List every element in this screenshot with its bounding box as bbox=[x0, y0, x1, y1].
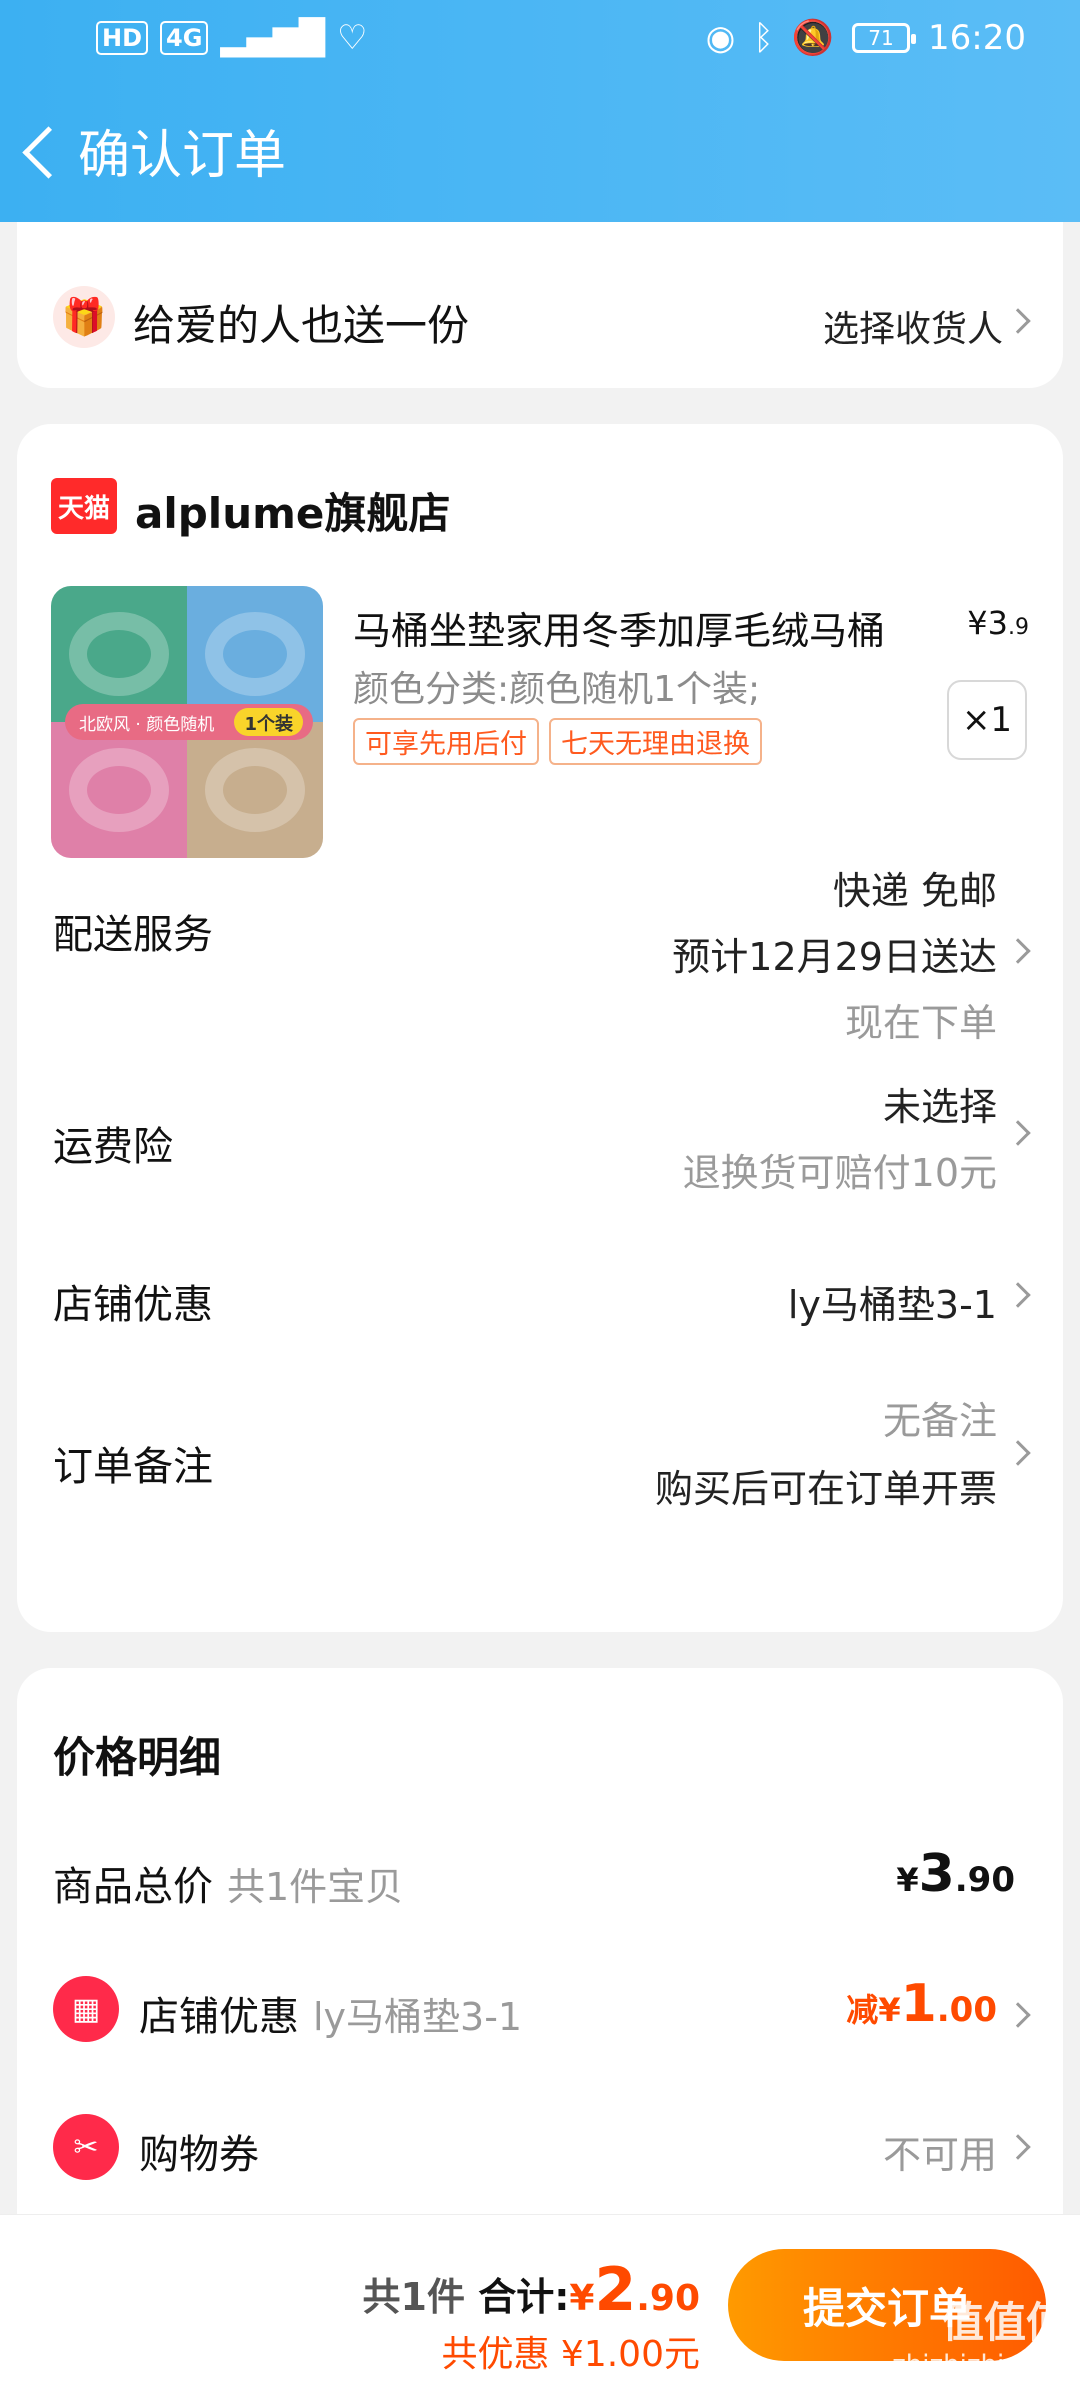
image-quadrant-pink bbox=[51, 722, 187, 858]
insurance-status[interactable]: 未选择 bbox=[883, 1076, 997, 1131]
watermark: 值值值 zhizhizhi.com bbox=[892, 2289, 1068, 2380]
watermark-url: zhizhizhi.com bbox=[892, 2350, 1068, 2380]
coupon-icon: ✂ bbox=[53, 2114, 119, 2180]
select-recipient-link[interactable]: 选择收货人 bbox=[823, 300, 1003, 352]
gift-icon: 🎁 bbox=[53, 286, 115, 348]
goods-count: 共1件宝贝 bbox=[227, 1865, 404, 1909]
order-note-value[interactable]: 无备注 bbox=[883, 1390, 997, 1445]
tag-pay-later: 可享先用后付 bbox=[353, 718, 539, 765]
product-title[interactable]: 马桶坐垫家用冬季加厚毛绒马桶 bbox=[353, 600, 953, 655]
hd-indicator: HD bbox=[96, 21, 149, 55]
image-band-text: 北欧风 · 颜色随机 bbox=[79, 714, 215, 735]
insurance-label: 运费险 bbox=[53, 1124, 173, 1170]
image-chip: 1个装 bbox=[234, 708, 303, 736]
back-icon[interactable] bbox=[14, 110, 84, 190]
delivery-eta[interactable]: 预计12月29日送达 bbox=[672, 926, 997, 981]
status-right: ◉ ᛒ 🔕 71 16:20 bbox=[706, 18, 1026, 58]
goods-total-currency: ¥ bbox=[896, 1861, 919, 1899]
store-discount-amount[interactable]: 减¥1.00 bbox=[846, 1974, 997, 2034]
store-discount-icon: ▦ bbox=[53, 1976, 119, 2042]
bottom-bar: 共1件 合计:¥2.90 共优惠 ¥1.00元 提交订单 值值值 zhizhiz… bbox=[0, 2214, 1080, 2400]
mute-bell-icon: 🔕 bbox=[791, 18, 835, 58]
chevron-right-icon bbox=[1005, 1282, 1031, 1308]
product-tags: 可享先用后付 七天无理由退换 bbox=[353, 718, 762, 765]
watermark-logo: 值值值 bbox=[941, 2298, 1068, 2347]
page-title: 确认订单 bbox=[78, 125, 287, 186]
total-line: 共1件 合计:¥2.90 bbox=[363, 2255, 700, 2325]
chevron-right-icon bbox=[1005, 308, 1031, 334]
price-cents: .9 bbox=[1008, 615, 1029, 640]
clock: 16:20 bbox=[928, 18, 1026, 58]
chevron-right-icon bbox=[1005, 1440, 1031, 1466]
chevron-right-icon bbox=[1005, 2134, 1031, 2160]
image-quadrant-tan bbox=[187, 722, 323, 858]
battery-level: 71 bbox=[868, 26, 894, 50]
store-discount-label: 店铺优惠 bbox=[53, 1282, 213, 1328]
order-note-label: 订单备注 bbox=[53, 1444, 213, 1490]
insurance-desc: 退换货可赔付10元 bbox=[682, 1151, 997, 1195]
order-card: 天猫 alplume旗舰店 北欧风 · 颜色随机 1个装 马桶坐垫家用冬季加厚毛… bbox=[17, 424, 1063, 1632]
battery-icon: 71 bbox=[852, 23, 917, 53]
price-store-discount-text: 店铺优惠 bbox=[139, 1994, 299, 2040]
bluetooth-icon: ᛒ bbox=[753, 18, 774, 58]
discount-cents: .00 bbox=[936, 1990, 997, 2030]
total-currency: ¥ bbox=[569, 2278, 595, 2319]
eye-icon: ◉ bbox=[705, 18, 736, 58]
gift-label: 给爱的人也送一份 bbox=[133, 301, 470, 350]
coupon-label[interactable]: 购物券 bbox=[139, 2122, 259, 2180]
discount-main: 1 bbox=[900, 1974, 937, 2034]
product-price: ¥3.9 bbox=[967, 604, 1029, 642]
goods-total-main: 3 bbox=[918, 1844, 955, 1904]
total-cents: .90 bbox=[636, 2278, 700, 2319]
vpn-shield-icon: ♡ bbox=[337, 18, 368, 58]
image-band: 北欧风 · 颜色随机 1个装 bbox=[65, 704, 313, 740]
delivery-method[interactable]: 快递 免邮 bbox=[833, 860, 997, 915]
price-currency: ¥ bbox=[967, 604, 988, 642]
goods-total-cents: .90 bbox=[954, 1860, 1015, 1900]
header: HD 4G ▂▄▆█ ♡ ◉ ᛒ 🔕 71 16:20 确认订单 bbox=[0, 0, 1080, 222]
delivery-note: 现在下单 bbox=[844, 1001, 997, 1045]
goods-total-text: 商品总价 bbox=[53, 1864, 213, 1910]
price-store-discount-label[interactable]: 店铺优惠 ly马桶垫3-1 bbox=[139, 1984, 522, 2042]
store-name[interactable]: alplume旗舰店 bbox=[135, 480, 450, 541]
goods-total-label: 商品总价 共1件宝贝 bbox=[53, 1854, 403, 1912]
item-count: 共1件 bbox=[362, 2275, 465, 2319]
goods-total-amount: ¥3.90 bbox=[896, 1844, 1015, 1904]
coupon-value[interactable]: 不可用 bbox=[883, 2124, 997, 2179]
network-indicator: 4G bbox=[160, 21, 209, 55]
chevron-right-icon bbox=[1005, 2002, 1031, 2028]
discount-currency: ¥ bbox=[878, 1991, 901, 2029]
discount-prefix: 减 bbox=[846, 1991, 879, 2029]
price-main: 3 bbox=[987, 604, 1008, 642]
total-label: 合计: bbox=[478, 2275, 570, 2319]
tmall-badge: 天猫 bbox=[51, 478, 117, 534]
total-discount: 共优惠 ¥1.00元 bbox=[441, 2334, 700, 2375]
title-row: 确认订单 bbox=[0, 110, 1080, 190]
image-quadrant-green bbox=[51, 586, 187, 722]
chevron-right-icon bbox=[1005, 1120, 1031, 1146]
status-left: HD 4G ▂▄▆█ ♡ bbox=[96, 18, 368, 58]
store-discount-value[interactable]: ly马桶垫3-1 bbox=[788, 1274, 997, 1329]
product-sku: 颜色分类:颜色随机1个装; bbox=[353, 669, 761, 710]
product-image[interactable]: 北欧风 · 颜色随机 1个装 bbox=[51, 586, 323, 858]
image-quadrant-blue bbox=[187, 586, 323, 722]
status-bar: HD 4G ▂▄▆█ ♡ ◉ ᛒ 🔕 71 16:20 bbox=[0, 0, 1080, 80]
quantity-stepper[interactable]: ×1 bbox=[947, 680, 1027, 760]
total-main: 2 bbox=[594, 2255, 637, 2325]
chevron-right-icon bbox=[1005, 938, 1031, 964]
gift-card[interactable]: 🎁 给爱的人也送一份 选择收货人 bbox=[17, 222, 1063, 388]
tag-free-return: 七天无理由退换 bbox=[549, 718, 762, 765]
delivery-label: 配送服务 bbox=[53, 912, 213, 958]
price-store-discount-sub: ly马桶垫3-1 bbox=[313, 1995, 523, 2039]
signal-icon: ▂▄▆█ bbox=[220, 18, 326, 58]
price-detail-title: 价格明细 bbox=[53, 1733, 222, 1782]
invoice-hint: 购买后可在订单开票 bbox=[654, 1467, 997, 1511]
